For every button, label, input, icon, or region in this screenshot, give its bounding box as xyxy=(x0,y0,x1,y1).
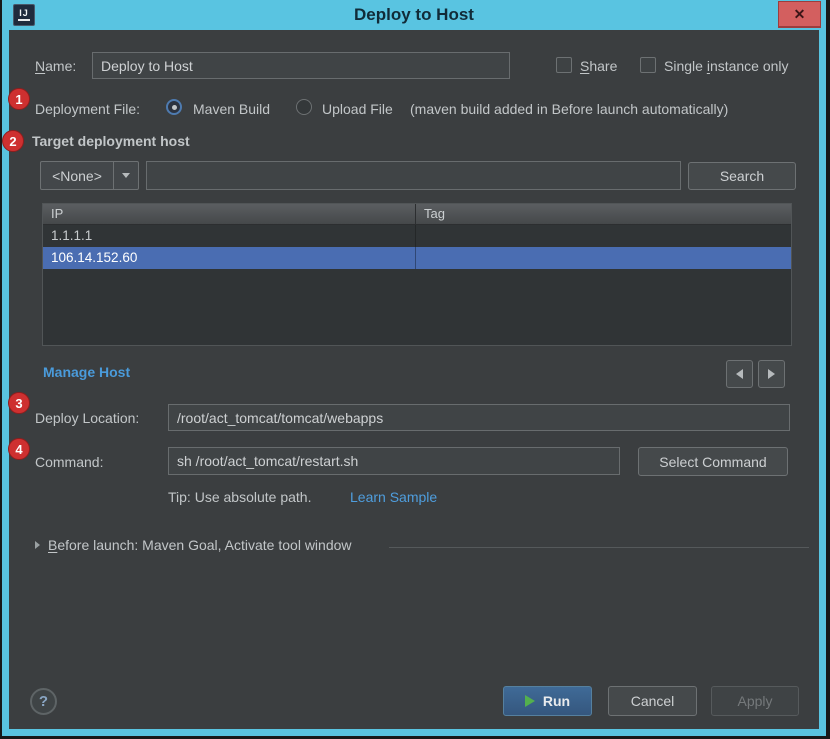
tip-text: Tip: Use absolute path. xyxy=(168,489,311,505)
maven-build-label[interactable]: Maven Build xyxy=(193,101,270,117)
share-checkbox[interactable] xyxy=(556,57,572,73)
target-host-label: Target deployment host xyxy=(32,133,190,149)
share-label: Share xyxy=(580,58,617,74)
host-filter-dropdown[interactable]: <None> xyxy=(40,161,139,190)
learn-sample-link[interactable]: Learn Sample xyxy=(350,489,437,505)
command-label: Command: xyxy=(35,454,103,470)
chevron-down-icon[interactable] xyxy=(113,162,138,189)
before-launch-toggle[interactable]: Before launch: Maven Goal, Activate tool… xyxy=(35,537,352,553)
annotation-badge-4: 4 xyxy=(8,438,30,460)
close-button[interactable]: ✕ xyxy=(778,1,821,28)
manage-host-link[interactable]: Manage Host xyxy=(43,364,130,380)
right-arrow-icon xyxy=(768,369,775,379)
deployment-file-note: (maven build added in Before launch auto… xyxy=(410,101,728,117)
question-icon: ? xyxy=(39,693,48,710)
dialog-content: Name: Share Single instance only Deploym… xyxy=(9,30,819,729)
separator xyxy=(389,547,809,548)
cancel-button[interactable]: Cancel xyxy=(608,686,697,716)
run-label: Run xyxy=(543,693,570,709)
help-button[interactable]: ? xyxy=(30,688,57,715)
search-button[interactable]: Search xyxy=(688,162,796,190)
single-instance-label: Single instance only xyxy=(664,58,789,74)
deploy-location-label: Deploy Location: xyxy=(35,410,139,426)
ip-cell: 1.1.1.1 xyxy=(43,225,416,247)
name-label: Name: xyxy=(35,58,76,74)
annotation-badge-3: 3 xyxy=(8,392,30,414)
deploy-location-input[interactable] xyxy=(168,404,790,431)
upload-file-label[interactable]: Upload File xyxy=(322,101,393,117)
table-row-selected[interactable]: 106.14.152.60 xyxy=(43,247,791,269)
chevron-right-icon xyxy=(35,541,40,549)
prev-host-button[interactable] xyxy=(726,360,753,388)
host-table-header: IP Tag xyxy=(43,204,791,225)
annotation-badge-1: 1 xyxy=(8,88,30,110)
run-button[interactable]: Run xyxy=(503,686,592,716)
apply-button: Apply xyxy=(711,686,799,716)
select-command-button[interactable]: Select Command xyxy=(638,447,788,476)
annotation-badge-2: 2 xyxy=(2,130,24,152)
ip-cell: 106.14.152.60 xyxy=(43,247,416,269)
table-row[interactable]: 1.1.1.1 xyxy=(43,225,791,247)
column-header-tag[interactable]: Tag xyxy=(416,204,791,224)
maven-build-radio[interactable] xyxy=(166,99,182,115)
column-header-ip[interactable]: IP xyxy=(43,204,416,224)
upload-file-radio[interactable] xyxy=(296,99,312,115)
titlebar: IJ Deploy to Host ✕ xyxy=(2,0,826,30)
deploy-to-host-dialog: IJ Deploy to Host ✕ Name: Share Single i… xyxy=(2,0,826,736)
command-input[interactable] xyxy=(168,447,620,475)
before-launch-label: Before launch: Maven Goal, Activate tool… xyxy=(48,537,352,553)
play-icon xyxy=(525,695,535,707)
window-title: Deploy to Host xyxy=(2,0,826,30)
host-search-input[interactable] xyxy=(146,161,681,190)
close-icon: ✕ xyxy=(794,6,806,23)
host-filter-value: <None> xyxy=(41,162,113,189)
left-arrow-icon xyxy=(736,369,743,379)
deployment-file-label: Deployment File: xyxy=(35,101,140,117)
tag-cell xyxy=(416,225,791,247)
name-input[interactable] xyxy=(92,52,510,79)
single-instance-checkbox[interactable] xyxy=(640,57,656,73)
next-host-button[interactable] xyxy=(758,360,785,388)
host-table: IP Tag 1.1.1.1 106.14.152.60 xyxy=(42,203,792,346)
tag-cell xyxy=(416,247,791,269)
